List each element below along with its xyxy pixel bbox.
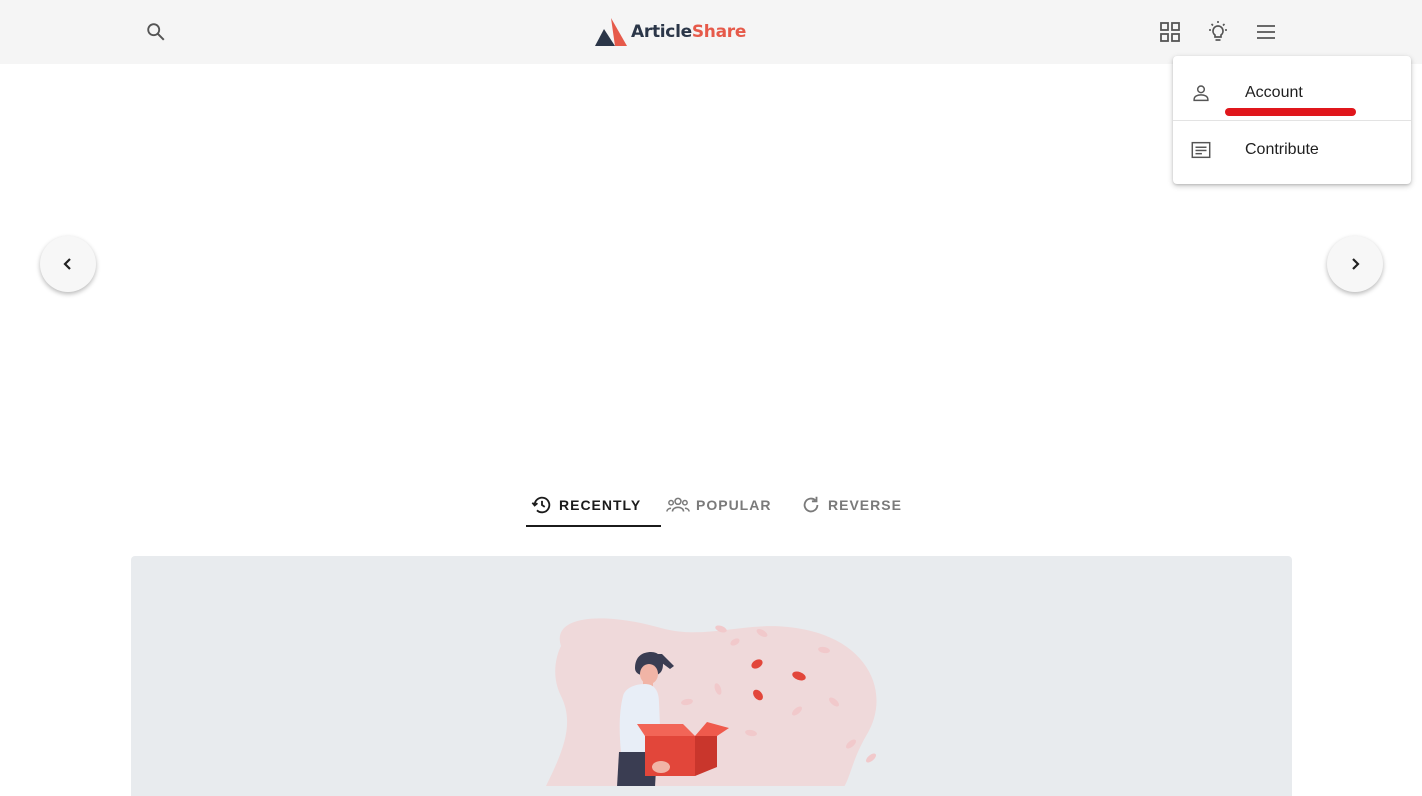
dropdown-menu: Account Contribute xyxy=(1173,56,1411,184)
main-menu-button[interactable] xyxy=(1246,12,1286,52)
carousel-prev-button[interactable] xyxy=(40,236,96,292)
person-icon xyxy=(1189,81,1213,105)
tab-reverse[interactable]: REVERSE xyxy=(800,484,902,526)
logo-text: ArticleShare xyxy=(631,22,747,42)
chevron-right-icon xyxy=(1352,258,1360,270)
tab-popular[interactable]: POPULAR xyxy=(666,484,771,526)
menu-item-label: Contribute xyxy=(1245,140,1319,158)
refresh-icon xyxy=(803,496,819,513)
grid-view-button[interactable] xyxy=(1150,12,1190,52)
highlight-mark xyxy=(1225,108,1356,116)
tab-label: POPULAR xyxy=(696,497,772,513)
menu-icon xyxy=(1257,25,1275,39)
active-tab-indicator xyxy=(526,525,661,527)
carousel-next-button[interactable] xyxy=(1327,236,1383,292)
search-icon xyxy=(147,23,165,41)
tab-label: RECENTLY xyxy=(559,497,642,513)
delivery-illustration xyxy=(545,618,877,786)
tab-recently[interactable]: RECENTLY xyxy=(531,484,641,526)
lightbulb-icon xyxy=(1209,21,1227,41)
menu-item-contribute[interactable]: Contribute xyxy=(1173,121,1411,178)
top-bar: ArticleShare xyxy=(0,0,1422,64)
search-button[interactable] xyxy=(136,12,176,52)
chevron-left-icon xyxy=(63,258,71,270)
logo-mark-icon xyxy=(595,18,627,46)
tab-label: REVERSE xyxy=(828,497,902,513)
menu-item-label: Account xyxy=(1245,83,1303,101)
history-icon xyxy=(531,496,551,514)
theme-toggle-button[interactable] xyxy=(1198,12,1238,52)
article-icon xyxy=(1189,138,1213,162)
grid-icon xyxy=(1160,22,1180,42)
empty-state-panel xyxy=(131,556,1292,796)
app-logo[interactable]: ArticleShare xyxy=(594,16,746,48)
group-icon xyxy=(666,497,690,512)
